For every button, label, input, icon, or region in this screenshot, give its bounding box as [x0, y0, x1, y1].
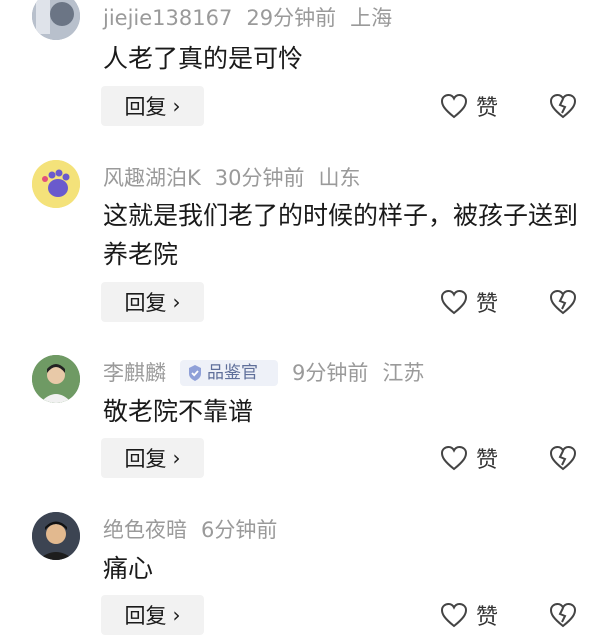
- reply-label: 回复: [124, 95, 167, 119]
- reply-button[interactable]: 回复 ›: [101, 282, 204, 322]
- chevron-right-icon: ›: [172, 446, 181, 470]
- username[interactable]: 李麒麟: [103, 358, 166, 388]
- dislike-button[interactable]: [549, 438, 579, 478]
- avatar[interactable]: [32, 0, 80, 40]
- reply-label: 回复: [124, 291, 167, 315]
- heart-icon: [440, 93, 468, 119]
- broken-heart-icon: [549, 602, 577, 628]
- comment-time: 30分钟前: [214, 166, 305, 190]
- broken-heart-icon: [549, 93, 577, 119]
- comment-meta: 绝色夜暗 6分钟前: [103, 515, 291, 545]
- dislike-button[interactable]: [549, 282, 579, 322]
- comment-text: 痛心: [103, 554, 154, 583]
- comment-meta: jiejie138167 29分钟前 上海: [103, 3, 406, 33]
- reviewer-badge[interactable]: 品鉴官: [180, 360, 278, 386]
- comment-meta: 李麒麟 品鉴官 9分钟前 江苏: [103, 358, 438, 388]
- like-button[interactable]: 赞: [440, 438, 498, 478]
- like-label: 赞: [476, 605, 499, 630]
- broken-heart-icon: [549, 445, 577, 471]
- reply-label: 回复: [124, 604, 167, 628]
- chevron-right-icon: ›: [172, 603, 181, 627]
- comment-time: 9分钟前: [292, 361, 369, 385]
- heart-icon: [440, 445, 468, 471]
- like-button[interactable]: 赞: [440, 595, 498, 635]
- comment-text: 人老了真的是可怜: [103, 44, 304, 73]
- username[interactable]: 风趣湖泊K: [103, 163, 201, 193]
- chevron-right-icon: ›: [172, 94, 181, 118]
- avatar[interactable]: [32, 512, 80, 560]
- comment-text: 这就是我们老了的时候的样子，被孩子送到养老院: [103, 201, 579, 269]
- like-label: 赞: [476, 96, 499, 121]
- like-label: 赞: [476, 448, 499, 473]
- reply-button[interactable]: 回复 ›: [101, 86, 204, 126]
- like-button[interactable]: 赞: [440, 282, 498, 322]
- reply-button[interactable]: 回复 ›: [101, 595, 204, 635]
- username[interactable]: 绝色夜暗: [103, 515, 187, 545]
- comment-location: 山东: [318, 166, 361, 190]
- comment-location: 江苏: [382, 361, 425, 385]
- reply-button[interactable]: 回复 ›: [101, 438, 204, 478]
- username[interactable]: jiejie138167: [103, 3, 232, 33]
- comment-meta: 风趣湖泊K 30分钟前 山东: [103, 163, 375, 193]
- broken-heart-icon: [549, 289, 577, 315]
- dislike-button[interactable]: [549, 595, 579, 635]
- reply-label: 回复: [124, 447, 167, 471]
- heart-icon: [440, 289, 468, 315]
- heart-icon: [440, 602, 468, 628]
- like-label: 赞: [476, 292, 499, 317]
- chevron-right-icon: ›: [172, 290, 181, 314]
- avatar[interactable]: [32, 160, 80, 208]
- avatar[interactable]: [32, 355, 80, 403]
- comment-location: 上海: [350, 6, 393, 30]
- badge-label: 品鉴官: [207, 363, 258, 383]
- comment-time: 6分钟前: [201, 518, 278, 542]
- dislike-button[interactable]: [549, 86, 579, 126]
- comment-time: 29分钟前: [246, 6, 337, 30]
- comment-text: 敬老院不靠谱: [103, 397, 254, 426]
- like-button[interactable]: 赞: [440, 86, 498, 126]
- verified-check-icon: [189, 365, 201, 381]
